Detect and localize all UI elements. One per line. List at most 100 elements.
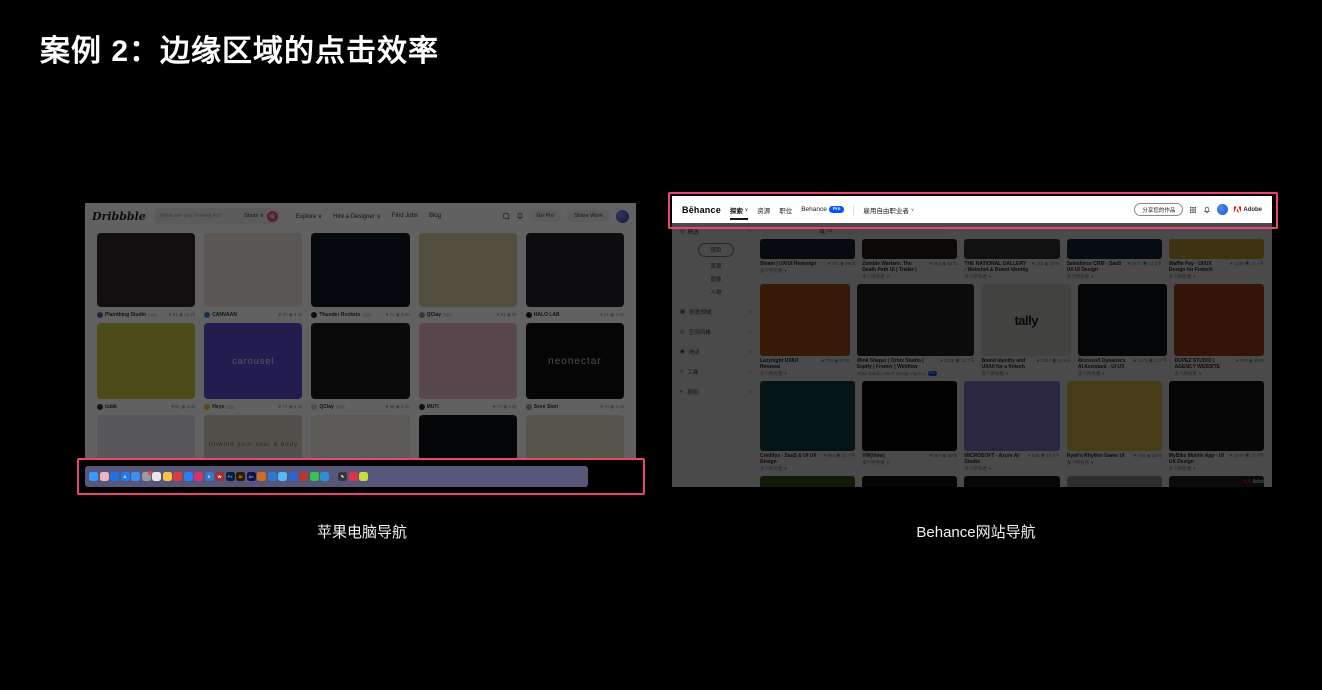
dock-app-safari-alt-icon[interactable]	[289, 472, 298, 481]
dock-app-illustrator-icon[interactable]: Ai	[236, 472, 245, 481]
chat-icon[interactable]	[502, 212, 510, 220]
shot-author[interactable]: QClay♥ 58 ◉ 2.1k	[311, 402, 409, 411]
shot-author[interactable]: tubik♥ 57 ◉ 4.4k	[97, 402, 195, 411]
shot-thumbnail[interactable]	[97, 233, 195, 307]
project-card[interactable]: VW(View)多个所有者▾♥ 587 ◉ 5065	[862, 381, 957, 472]
project-owners[interactable]: 多个所有者▾	[760, 268, 824, 274]
project-card[interactable]: Ryah's Rhythm Game UI多个所有者▾♥ 306 ◉ 2671	[1067, 381, 1162, 472]
shot-thumbnail[interactable]	[419, 323, 517, 399]
project-card[interactable]: Microsoft Dynamics AI Assistant - UI UX …	[1078, 284, 1168, 377]
shot-thumbnail[interactable]	[311, 415, 409, 460]
project-title[interactable]: Microsoft Dynamics AI Assistant - UI UX …	[1078, 358, 1131, 370]
project-owners[interactable]: 多个所有者▾	[1169, 274, 1227, 280]
shot-thumbnail[interactable]	[419, 415, 517, 460]
project-owners[interactable]: 多个所有者▾	[1169, 466, 1227, 472]
project-thumbnail[interactable]	[964, 381, 1059, 451]
dock-app-xcode-icon[interactable]: X	[205, 472, 214, 481]
project-card[interactable]: Zombie Warfare: The Death Path UI | Trai…	[862, 239, 957, 280]
sidebar-item[interactable]: 人物	[710, 288, 721, 296]
dock-app-mail-icon[interactable]	[110, 472, 119, 481]
shot-author[interactable]: Seve Stori♥ 74 ◉ 4.4k	[526, 402, 624, 411]
dock-app-word-icon[interactable]: W	[215, 472, 224, 481]
dock-app-emoji-app-icon[interactable]	[163, 472, 172, 481]
dock-app-orange-tool-icon[interactable]	[257, 472, 266, 481]
project-title[interactable]: Waffle Pay - UI/UX Design for Fintech Mo…	[1169, 261, 1227, 273]
dribbble-nav-item[interactable]: Find Jobs	[392, 213, 418, 220]
project-card[interactable]: MyBike Mobile App - UI UX Design多个所有者▾♥ …	[1169, 381, 1264, 472]
project-thumbnail[interactable]	[1067, 381, 1162, 451]
bell-icon[interactable]	[516, 212, 524, 220]
shot-author[interactable]: Heyo♥ 77 ◉ 8.1k	[204, 402, 302, 411]
sidebar-pill-projects[interactable]: 项目	[698, 243, 733, 257]
dock-app-reminders-icon[interactable]	[173, 472, 182, 481]
dock-app-figma-red-icon[interactable]	[349, 472, 358, 481]
project-title[interactable]: Ryah's Rhythm Game UI	[1067, 453, 1131, 459]
shot-thumbnail[interactable]: neonectar	[526, 323, 624, 399]
dock-app-photos-icon[interactable]	[100, 472, 109, 481]
project-thumbnail[interactable]	[857, 284, 975, 356]
project-card[interactable]: THE NATIONAL GALLERY - Webshot & Brand i…	[964, 239, 1059, 280]
project-owners[interactable]: 多个所有者▾	[964, 466, 1025, 472]
dock-app-after-effects-icon[interactable]: Ae	[247, 472, 256, 481]
shot-thumbnail[interactable]	[526, 415, 624, 460]
project-title[interactable]: Wink Shaper | Orbix Studio | Sopify | Fr…	[857, 358, 938, 370]
dribbble-logo[interactable]: Dribbble	[92, 210, 146, 223]
shot-author[interactable]: HALO LAB♥ 51 ◉ 2.6k	[526, 310, 624, 319]
project-title[interactable]: DUPEZ STUDIO | AGENCY WEBSITE	[1174, 358, 1233, 370]
project-thumbnail[interactable]	[760, 284, 850, 356]
project-title[interactable]: Brand identity and UX/UI for a fintech s…	[981, 358, 1033, 370]
dock-app-safari-icon[interactable]	[131, 472, 140, 481]
sidebar-section-工具[interactable]: ×工具∨	[680, 368, 752, 376]
search-input[interactable]: What are you looking for? Shots ∨	[153, 208, 281, 224]
dock-app-firefox-icon[interactable]	[268, 472, 277, 481]
project-thumbnail[interactable]	[964, 476, 1059, 487]
project-title[interactable]: Credifyx - SaaS & UI UX Design	[760, 453, 820, 465]
project-title[interactable]: VW(View)	[862, 453, 926, 459]
project-card[interactable]: Waffle Pay - UI/UX Design for Fintech Mo…	[1169, 239, 1264, 280]
dock-app-app-green-icon[interactable]	[359, 472, 368, 481]
dock-app-chrome-icon[interactable]	[152, 472, 161, 481]
sidebar-section-空间风格[interactable]: ◎空间风格∨	[680, 328, 752, 336]
filter-icon[interactable]: ⚐	[748, 229, 752, 235]
shot-thumbnail[interactable]	[204, 233, 302, 307]
sidebar-section-颜色[interactable]: ◐颜色∨	[680, 388, 752, 396]
project-thumbnail[interactable]	[862, 239, 957, 259]
shot-thumbnail[interactable]: Unwind your soul & body	[204, 415, 302, 460]
dribbble-nav-item[interactable]: Blog	[429, 213, 441, 220]
project-card[interactable]: Credifyx - SaaS & UI UX Design多个所有者▾♥ 98…	[760, 381, 855, 472]
shot-thumbnail[interactable]	[419, 233, 517, 307]
project-thumbnail[interactable]	[1169, 381, 1264, 451]
project-title[interactable]: Zombie Warfare: The Death Path UI | Trai…	[862, 261, 926, 273]
project-thumbnail[interactable]	[862, 381, 957, 451]
dock-app-photoshop-icon[interactable]: Ps	[226, 472, 235, 481]
shot-author[interactable]: CANVAAN♥ 87 ◉ 9.1k	[204, 310, 302, 319]
shot-author[interactable]: MUTI♥ 77 ◉ 8.9k	[419, 402, 517, 411]
sidebar-item[interactable]: 图像	[710, 275, 721, 283]
project-owners[interactable]: 多个所有者▾	[1067, 274, 1125, 280]
sidebar-section-地点[interactable]: ◉地点∨	[680, 348, 752, 356]
dock-app-system-settings-icon[interactable]	[142, 472, 151, 481]
project-owners[interactable]: 多个所有者▾	[981, 371, 1033, 377]
shots-dropdown[interactable]: Shots ∨	[244, 213, 264, 219]
project-card[interactable]: Wink Shaper | Orbix Studio | Sopify | Fr…	[857, 284, 975, 377]
project-owners[interactable]: 多个所有者▾	[1078, 371, 1131, 377]
project-owners[interactable]: 多个所有者▾	[760, 371, 819, 377]
shot-author[interactable]: QClay♥ 21 ◉ 9k	[419, 310, 517, 319]
project-thumbnail[interactable]	[1174, 284, 1264, 356]
search-icon[interactable]	[267, 211, 278, 222]
dribbble-nav-item[interactable]: Explore ∨	[296, 213, 322, 220]
project-card[interactable]: MICROSOFT - Azure AI Studio多个所有者▾♥ 936 ◉…	[964, 381, 1059, 472]
dock-app-app-store-icon[interactable]: A	[121, 472, 130, 481]
avatar[interactable]	[616, 210, 629, 223]
dock-app-notes-icon[interactable]: ✎	[338, 472, 347, 481]
shot-thumbnail[interactable]	[97, 415, 195, 460]
dock-app-keynote-red-icon[interactable]	[299, 472, 308, 481]
project-title[interactable]: Steam | UX/UI Redesign	[760, 261, 824, 267]
project-thumbnail[interactable]	[760, 476, 855, 487]
project-owners[interactable]: 多个所有者▾	[1174, 371, 1233, 377]
shot-thumbnail[interactable]	[311, 323, 409, 399]
project-owners[interactable]: 多个所有者▾	[862, 274, 926, 280]
dribbble-nav-item[interactable]: Hire a Designer ∨	[333, 213, 381, 220]
shot-thumbnail[interactable]	[526, 233, 624, 307]
project-card[interactable]: Steam | UX/UI Redesign多个所有者▾♥ 204 ◉ 9644	[760, 239, 855, 280]
